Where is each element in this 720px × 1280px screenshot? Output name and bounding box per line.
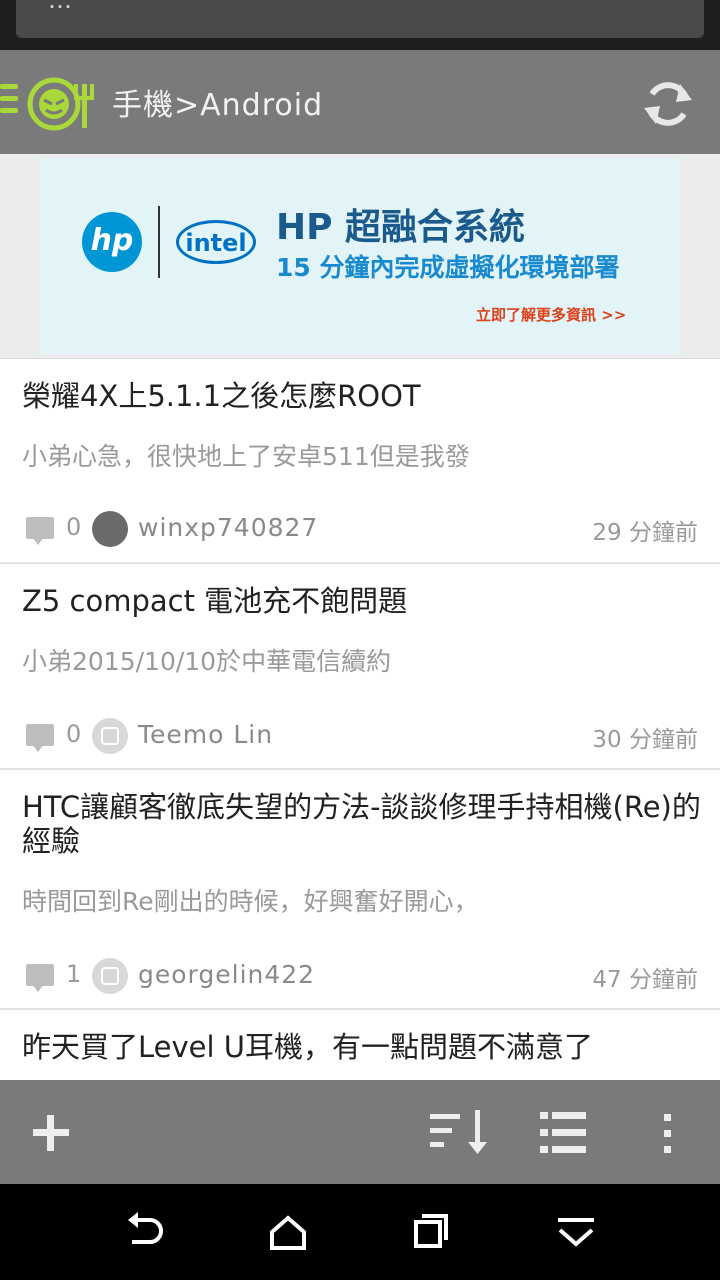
- comment-icon: [26, 724, 54, 752]
- author-name[interactable]: Teemo Lin: [138, 720, 273, 749]
- post-excerpt: 小弟2015/10/10於中華電信續約: [22, 647, 392, 676]
- post-title: HTC讓顧客徹底失望的方法-談談修理手持相機(Re)的經驗: [22, 790, 701, 858]
- intel-logo: intel: [176, 220, 256, 264]
- post-item[interactable]: HTC讓顧客徹底失望的方法-談談修理手持相機(Re)的經驗 時間回到Re剛出的時…: [0, 770, 720, 1010]
- back-icon[interactable]: [124, 1212, 164, 1252]
- ad-cta-link[interactable]: 立即了解更多資訊 >>: [476, 304, 626, 325]
- comment-count: 0: [66, 720, 82, 748]
- post-excerpt: 小弟心急，很快地上了安卓511但是我發: [22, 442, 470, 471]
- app-logo-icon[interactable]: [24, 72, 94, 132]
- comment-icon: [26, 964, 54, 992]
- recents-icon[interactable]: [412, 1212, 452, 1252]
- sort-icon[interactable]: [428, 1108, 492, 1156]
- comment-count: 1: [66, 960, 82, 988]
- post-meta: 0 Teemo Lin 30 分鐘前: [0, 718, 720, 758]
- post-item[interactable]: 昨天買了Level U耳機，有一點問題不滿意了: [0, 1010, 720, 1080]
- post-list[interactable]: hp intel HP 超融合系統 15 分鐘內完成虛擬化環境部署 立即了解更多…: [0, 154, 720, 1080]
- post-item[interactable]: Z5 compact 電池充不飽問題 小弟2015/10/10於中華電信續約 0…: [0, 564, 720, 770]
- notification-card[interactable]: …: [16, 0, 704, 38]
- avatar[interactable]: [92, 958, 128, 994]
- expand-down-icon[interactable]: [556, 1216, 596, 1252]
- hp-logo: hp: [82, 212, 142, 272]
- post-time: 29 分鐘前: [592, 520, 698, 546]
- notification-shade[interactable]: …: [0, 0, 720, 50]
- post-item[interactable]: 榮耀4X上5.1.1之後怎麼ROOT 小弟心急，很快地上了安卓511但是我發 0…: [0, 359, 720, 564]
- menu-lines-icon[interactable]: [0, 84, 18, 120]
- list-view-icon[interactable]: [538, 1110, 588, 1156]
- home-icon[interactable]: [268, 1214, 308, 1254]
- post-time: 30 分鐘前: [592, 727, 698, 753]
- post-title: Z5 compact 電池充不飽問題: [22, 584, 408, 618]
- ad-divider: [158, 206, 160, 278]
- more-vert-icon[interactable]: [660, 1112, 676, 1156]
- post-title: 榮耀4X上5.1.1之後怎麼ROOT: [22, 379, 421, 413]
- system-nav-bar: [0, 1184, 720, 1280]
- notification-text: …: [48, 0, 72, 14]
- post-meta: 1 georgelin422 47 分鐘前: [0, 958, 720, 998]
- plus-icon[interactable]: [30, 1112, 72, 1154]
- post-title: 昨天買了Level U耳機，有一點問題不滿意了: [22, 1030, 593, 1064]
- ad-banner[interactable]: hp intel HP 超融合系統 15 分鐘內完成虛擬化環境部署 立即了解更多…: [40, 158, 680, 354]
- comment-count: 0: [66, 513, 82, 541]
- ad-subtitle: 15 分鐘內完成虛擬化環境部署: [276, 253, 620, 282]
- ad-title: HP 超融合系統: [276, 207, 526, 248]
- post-excerpt: 時間回到Re剛出的時候，好興奮好開心，: [22, 887, 479, 916]
- comment-icon: [26, 517, 54, 545]
- app-bar: 手機>Android: [0, 50, 720, 154]
- post-time: 47 分鐘前: [592, 967, 698, 993]
- refresh-icon[interactable]: [640, 76, 696, 132]
- avatar[interactable]: [92, 718, 128, 754]
- author-name[interactable]: georgelin422: [138, 960, 315, 989]
- post-meta: 0 winxp740827 29 分鐘前: [0, 511, 720, 551]
- page-title: 手機>Android: [112, 88, 324, 123]
- avatar[interactable]: [92, 511, 128, 547]
- bottom-toolbar: [0, 1080, 720, 1184]
- ad-banner-area[interactable]: hp intel HP 超融合系統 15 分鐘內完成虛擬化環境部署 立即了解更多…: [0, 154, 720, 359]
- author-name[interactable]: winxp740827: [138, 513, 318, 542]
